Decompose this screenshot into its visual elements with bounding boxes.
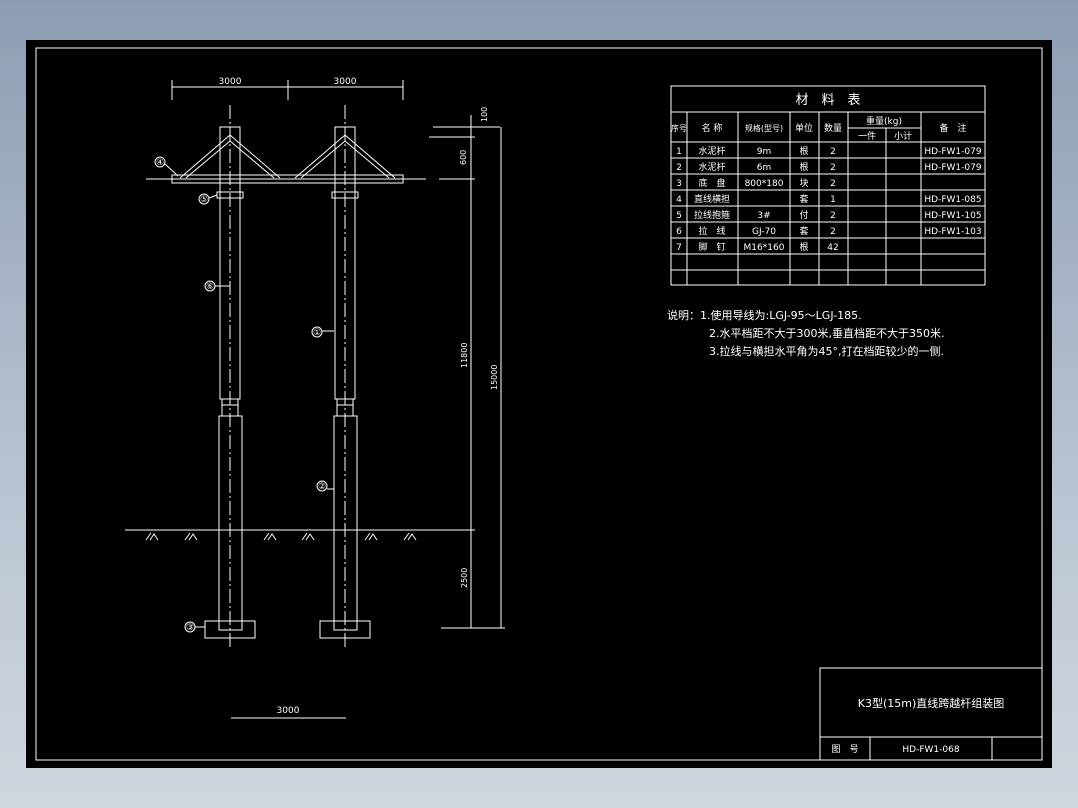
title-block: K3型(15m)直线跨越杆组装图 图 号 HD-FW1-068 — [819, 667, 1043, 761]
cell-qty: 1 — [830, 195, 836, 205]
dim-600: 600 — [459, 150, 468, 165]
cell-no: 1 — [676, 147, 682, 157]
dim-100: 100 — [480, 107, 489, 122]
cell-spec: 6m — [757, 163, 772, 173]
header-unit: 单位 — [795, 122, 813, 134]
note-1: 说明：1.使用导线为:LGJ-95～LGJ-185. — [667, 308, 862, 322]
dim-2500: 2500 — [460, 568, 469, 588]
cell-unit: 根 — [799, 241, 808, 253]
cell-unit: 块 — [799, 177, 808, 189]
table-row: 6 拉 线 GJ-70 套 2 HD-FW1-103 — [676, 225, 981, 237]
notes: 说明：1.使用导线为:LGJ-95～LGJ-185. 2.水平档距不大于300米… — [667, 308, 944, 358]
drawing-border — [35, 47, 1043, 761]
cell-qty: 2 — [830, 147, 836, 157]
callout-4: ④ — [156, 158, 164, 168]
header-no: 序号 — [671, 123, 687, 133]
table-title: 材 料 表 — [795, 93, 860, 108]
callouts: ④ ⑤ ⑥ ① ② ③ — [154, 156, 334, 633]
note-3: 3.拉线与横担水平角为45°,打在档距较少的一侧. — [709, 344, 944, 358]
cell-spec: M16*160 — [744, 243, 785, 253]
cell-name: 直线横担 — [694, 193, 730, 205]
cell-unit: 付 — [799, 210, 808, 221]
right-pole — [294, 105, 396, 650]
dim-bottom: 3000 — [277, 706, 300, 716]
cell-unit: 套 — [799, 225, 808, 237]
dim-top-left: 3000 — [219, 77, 242, 87]
cell-name: 水泥杆 — [698, 145, 725, 157]
cell-spec: 9m — [757, 147, 772, 157]
header-qty: 数量 — [824, 122, 842, 134]
cell-no: 6 — [676, 227, 682, 237]
header-each: 一件 — [858, 130, 876, 142]
callout-2: ② — [318, 482, 326, 492]
dim-11800: 11800 — [460, 343, 469, 368]
cell-remark: HD-FW1-103 — [924, 227, 981, 237]
cell-qty: 2 — [830, 211, 836, 221]
callout-3: ③ — [186, 623, 194, 633]
callout-6: ⑥ — [206, 282, 214, 292]
drawing-title: K3型(15m)直线跨越杆组装图 — [858, 696, 1005, 710]
drawing-no: HD-FW1-068 — [902, 745, 959, 755]
cell-no: 2 — [676, 163, 682, 173]
drawing-no-label: 图 号 — [831, 744, 858, 755]
cell-name: 脚 钉 — [698, 242, 725, 253]
table-row: 1 水泥杆 9m 根 2 HD-FW1-079 — [676, 145, 982, 157]
cell-unit: 根 — [799, 161, 808, 173]
table-row: 4 直线横担 套 1 HD-FW1-085 — [676, 193, 981, 205]
cell-name: 拉 线 — [698, 225, 725, 237]
header-spec: 规格(型号) — [745, 123, 783, 133]
header-name: 名 称 — [702, 122, 723, 134]
cell-remark: HD-FW1-085 — [924, 195, 981, 205]
callout-1: ① — [313, 328, 321, 338]
cell-unit: 根 — [799, 145, 808, 157]
cell-name: 底 盘 — [698, 177, 725, 189]
material-table: 材 料 表 序号 名 称 规格(型号) 单位 数量 重量(kg) 一件 小计 备… — [670, 85, 986, 286]
dim-top-right: 3000 — [334, 77, 357, 87]
header-weight: 重量(kg) — [866, 115, 902, 127]
cell-name: 拉线抱箍 — [694, 209, 730, 221]
cell-no: 5 — [676, 211, 682, 221]
cell-spec: GJ-70 — [752, 227, 776, 237]
cad-drawing: 3000 3000 ④ ⑤ ⑥ ① ② ③ 100 600 11800 1500… — [35, 47, 1043, 761]
cell-no: 4 — [676, 195, 682, 205]
cell-qty: 2 — [830, 163, 836, 173]
header-subtotal: 小计 — [894, 130, 912, 142]
vertical-dimensions: 100 600 11800 15000 2500 — [429, 107, 505, 629]
cell-qty: 2 — [830, 179, 836, 189]
note-2: 2.水平档距不大于300米,垂直档距不大于350米. — [709, 326, 944, 340]
table-row: 2 水泥杆 6m 根 2 HD-FW1-079 — [676, 161, 982, 173]
table-row: 5 拉线抱箍 3# 付 2 HD-FW1-105 — [676, 209, 981, 221]
cell-remark: HD-FW1-079 — [924, 163, 981, 173]
cell-remark: HD-FW1-105 — [924, 211, 981, 221]
table-row: 7 脚 钉 M16*160 根 42 — [676, 241, 839, 253]
cell-no: 3 — [676, 179, 682, 189]
left-pole — [179, 105, 281, 650]
header-remark: 备 注 — [939, 122, 966, 134]
ground-line — [125, 529, 475, 541]
cell-name: 水泥杆 — [698, 161, 725, 173]
bottom-dimension: 3000 — [231, 706, 346, 719]
cell-unit: 套 — [799, 193, 808, 205]
cell-qty: 2 — [830, 227, 836, 237]
cell-no: 7 — [676, 243, 682, 253]
callout-5: ⑤ — [200, 195, 208, 205]
dim-15000: 15000 — [490, 365, 499, 390]
table-row: 3 底 盘 800*180 块 2 — [676, 177, 836, 189]
cell-remark: HD-FW1-079 — [924, 147, 981, 157]
cell-qty: 42 — [827, 243, 838, 253]
top-dimension: 3000 3000 — [171, 77, 404, 100]
cell-spec: 800*180 — [745, 179, 784, 189]
cell-spec: 3# — [757, 211, 770, 221]
